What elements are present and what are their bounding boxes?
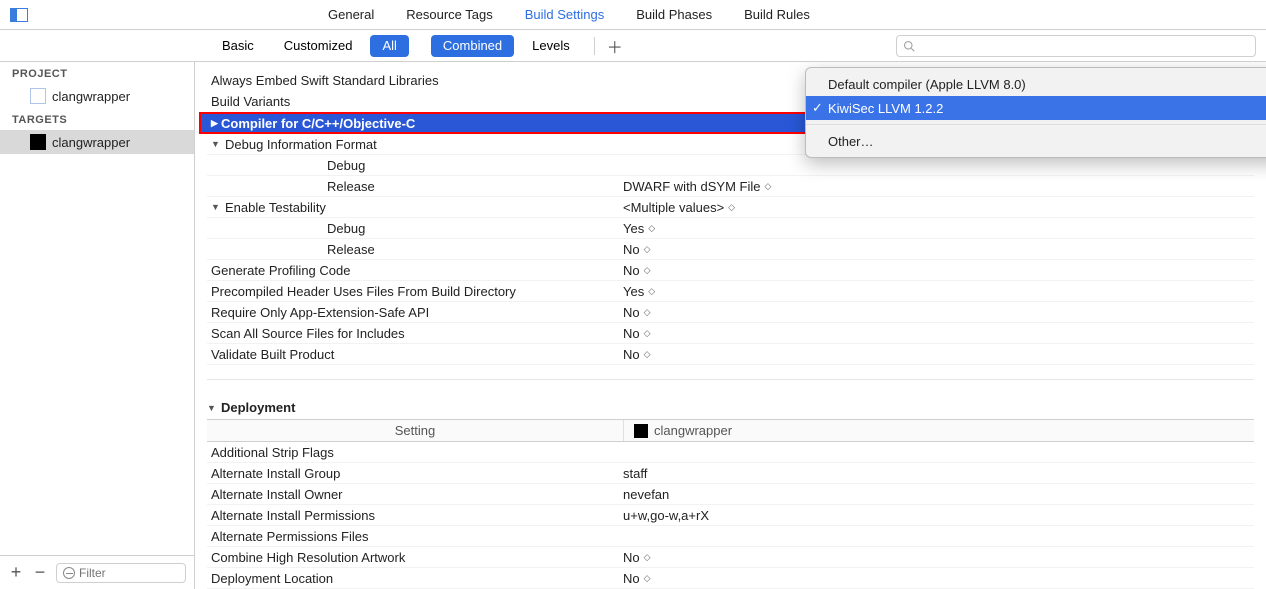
- alt-install-group-value[interactable]: staff: [623, 466, 647, 481]
- add-target-button[interactable]: +: [8, 562, 24, 583]
- filter-combined[interactable]: Combined: [431, 35, 514, 57]
- filter-all[interactable]: All: [370, 35, 408, 57]
- setting-validate-built[interactable]: Validate Built Product: [211, 347, 334, 362]
- disclosure-down-icon[interactable]: ▼: [207, 403, 217, 413]
- setting-alt-install-group[interactable]: Alternate Install Group: [211, 466, 340, 481]
- combine-high-res-value[interactable]: No: [623, 550, 640, 565]
- setting-always-embed[interactable]: Always Embed Swift Standard Libraries: [211, 73, 439, 88]
- enable-testability-value[interactable]: <Multiple values>: [623, 200, 724, 215]
- dropdown-item-kiwisec[interactable]: ✓ KiwiSec LLVM 1.2.2: [806, 96, 1266, 120]
- validate-built-value[interactable]: No: [623, 347, 640, 362]
- tab-resource-tags[interactable]: Resource Tags: [406, 7, 492, 22]
- section-deployment: Deployment: [221, 400, 295, 415]
- setting-alt-install-owner[interactable]: Alternate Install Owner: [211, 487, 343, 502]
- disclosure-down-icon[interactable]: ▼: [211, 202, 221, 212]
- disclosure-right-icon: ▶: [211, 118, 221, 129]
- dropdown-item-default[interactable]: Default compiler (Apple LLVM 8.0): [806, 72, 1266, 96]
- debug-info-release-value[interactable]: DWARF with dSYM File: [623, 179, 760, 194]
- filter-icon: [63, 567, 75, 579]
- disclosure-down-icon[interactable]: ▼: [211, 139, 221, 149]
- column-setting-header: Setting: [207, 420, 623, 441]
- generate-profiling-value[interactable]: No: [623, 263, 640, 278]
- stepper-icon[interactable]: ◇: [644, 328, 649, 339]
- setting-debug-info-format[interactable]: Debug Information Format: [225, 137, 377, 152]
- stepper-icon[interactable]: ◇: [644, 244, 649, 255]
- remove-target-button[interactable]: −: [32, 562, 48, 583]
- deployment-location-value[interactable]: No: [623, 571, 640, 586]
- setting-require-app-ext[interactable]: Require Only App-Extension-Safe API: [211, 305, 429, 320]
- setting-combine-high-res[interactable]: Combine High Resolution Artwork: [211, 550, 405, 565]
- setting-enable-testability[interactable]: Enable Testability: [225, 200, 326, 215]
- sidebar-project-item[interactable]: clangwrapper: [0, 84, 194, 108]
- filter-basic[interactable]: Basic: [210, 35, 266, 57]
- alt-install-owner-value[interactable]: nevefan: [623, 487, 669, 502]
- stepper-icon[interactable]: ◇: [648, 286, 653, 297]
- dropdown-item-kiwisec-label: KiwiSec LLVM 1.2.2: [828, 101, 943, 116]
- stepper-icon[interactable]: ◇: [764, 181, 769, 192]
- stepper-icon[interactable]: ◇: [644, 265, 649, 276]
- debug-info-debug-label: Debug: [327, 158, 365, 173]
- tab-build-settings[interactable]: Build Settings: [525, 7, 605, 22]
- setting-alt-perms-files[interactable]: Alternate Permissions Files: [211, 529, 369, 544]
- sidebar-target-item[interactable]: clangwrapper: [0, 130, 194, 154]
- setting-additional-strip[interactable]: Additional Strip Flags: [211, 445, 334, 460]
- setting-precompiled-header[interactable]: Precompiled Header Uses Files From Build…: [211, 284, 516, 299]
- scan-all-source-value[interactable]: No: [623, 326, 640, 341]
- sidebar-target-label: clangwrapper: [52, 135, 130, 150]
- testability-debug-label: Debug: [327, 221, 365, 236]
- stepper-icon[interactable]: ◇: [728, 202, 733, 213]
- tab-general[interactable]: General: [328, 7, 374, 22]
- stepper-icon[interactable]: ◇: [644, 349, 649, 360]
- alt-install-perms-value[interactable]: u+w,go-w,a+rX: [623, 508, 709, 523]
- require-app-ext-value[interactable]: No: [623, 305, 640, 320]
- executable-icon: [30, 134, 46, 150]
- testability-debug-value[interactable]: Yes: [623, 221, 644, 236]
- stepper-icon[interactable]: ◇: [644, 552, 649, 563]
- debug-info-release-label: Release: [327, 179, 375, 194]
- setting-generate-profiling[interactable]: Generate Profiling Code: [211, 263, 350, 278]
- add-setting-icon[interactable]: ＋: [607, 34, 623, 58]
- stepper-icon[interactable]: ◇: [644, 307, 649, 318]
- setting-deployment-location[interactable]: Deployment Location: [211, 571, 333, 586]
- setting-build-variants[interactable]: Build Variants: [211, 94, 290, 109]
- document-icon: [30, 88, 46, 104]
- panel-toggle-icon[interactable]: [10, 8, 28, 22]
- compiler-dropdown[interactable]: Default compiler (Apple LLVM 8.0) ✓ KiwiS…: [805, 67, 1266, 158]
- setting-scan-all-source[interactable]: Scan All Source Files for Includes: [211, 326, 405, 341]
- stepper-icon[interactable]: ◇: [644, 573, 649, 584]
- search-icon: [903, 40, 915, 52]
- dropdown-item-other[interactable]: Other…: [806, 129, 1266, 153]
- search-input[interactable]: [919, 39, 1249, 53]
- sidebar-filter-input[interactable]: [79, 566, 179, 580]
- stepper-icon[interactable]: ◇: [648, 223, 653, 234]
- checkmark-icon: ✓: [812, 100, 823, 116]
- testability-release-label: Release: [327, 242, 375, 257]
- tab-build-phases[interactable]: Build Phases: [636, 7, 712, 22]
- testability-release-value[interactable]: No: [623, 242, 640, 257]
- tab-build-rules[interactable]: Build Rules: [744, 7, 810, 22]
- filter-levels[interactable]: Levels: [520, 35, 582, 57]
- sidebar-project-header: PROJECT: [0, 62, 194, 84]
- executable-icon: [634, 424, 648, 438]
- sidebar-project-label: clangwrapper: [52, 89, 130, 104]
- setting-compiler-label: Compiler for C/C++/Objective-C: [221, 116, 415, 131]
- column-target-header: clangwrapper: [654, 423, 732, 438]
- precompiled-header-value[interactable]: Yes: [623, 284, 644, 299]
- sidebar-targets-header: TARGETS: [0, 108, 194, 130]
- filter-customized[interactable]: Customized: [272, 35, 365, 57]
- setting-alt-install-perms[interactable]: Alternate Install Permissions: [211, 508, 375, 523]
